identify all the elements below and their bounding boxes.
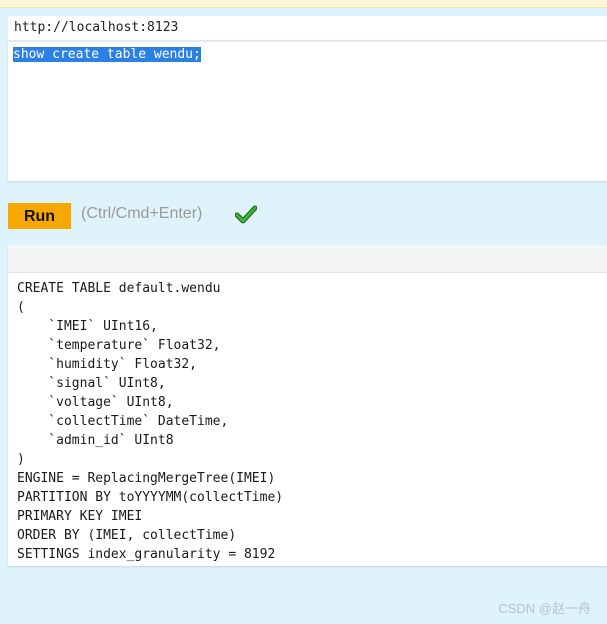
shortcut-hint: (Ctrl/Cmd+Enter) xyxy=(81,205,203,222)
result-line: `signal` UInt8, xyxy=(17,376,166,391)
result-line: ENGINE = ReplacingMergeTree(IMEI) xyxy=(17,471,276,486)
result-output: CREATE TABLE default.wendu ( `IMEI` UInt… xyxy=(8,273,607,570)
url-input[interactable]: http://localhost:8123 xyxy=(8,16,607,41)
result-line: ) xyxy=(17,452,25,467)
result-line: `voltage` UInt8, xyxy=(17,395,174,410)
result-line: PRIMARY KEY IMEI xyxy=(17,509,143,524)
result-line: CREATE TABLE default.wendu xyxy=(17,281,221,296)
result-line: ORDER BY (IMEI, collectTime) xyxy=(17,528,237,543)
result-line: SETTINGS index_granularity = 8192 xyxy=(17,547,276,562)
query-editor[interactable]: show create table wendu; xyxy=(8,42,607,181)
run-button[interactable]: Run xyxy=(8,203,71,229)
result-line: PARTITION BY toYYYYMM(collectTime) xyxy=(17,490,284,505)
result-line: `IMEI` UInt16, xyxy=(17,319,158,334)
url-text: http://localhost:8123 xyxy=(14,20,179,35)
result-line: `temperature` Float32, xyxy=(17,338,221,353)
result-line: `humidity` Float32, xyxy=(17,357,198,372)
query-text: show create table wendu; xyxy=(13,47,201,62)
top-stripe xyxy=(0,0,607,8)
result-line: ( xyxy=(17,300,25,315)
result-header xyxy=(8,245,607,273)
result-line: `admin_id` UInt8 xyxy=(17,433,174,448)
result-line: `collectTime` DateTime, xyxy=(17,414,229,429)
watermark: CSDN @赵一舟 xyxy=(498,601,591,616)
check-icon xyxy=(235,205,257,224)
result-panel: CREATE TABLE default.wendu ( `IMEI` UInt… xyxy=(8,245,607,566)
